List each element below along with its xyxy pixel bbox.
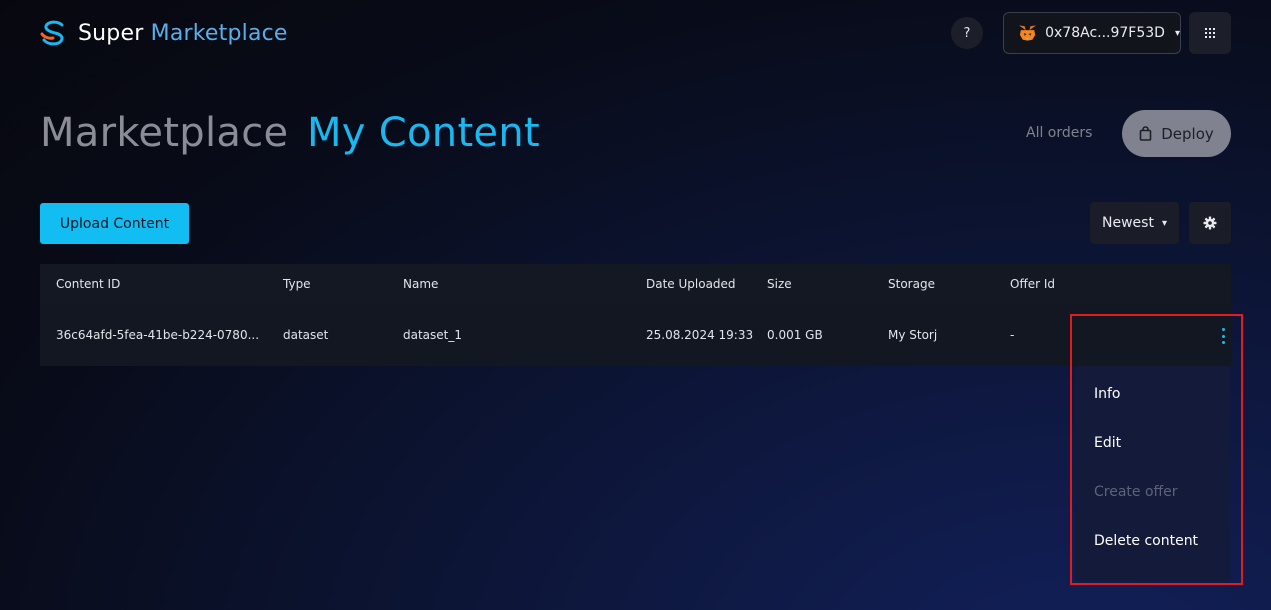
shopping-bag-icon: [1139, 126, 1152, 141]
logo-text: Super Marketplace: [78, 21, 288, 46]
column-header-name[interactable]: Name: [403, 277, 438, 291]
apps-menu-button[interactable]: [1189, 12, 1231, 54]
cell-name: dataset_1: [403, 328, 463, 342]
column-header-type[interactable]: Type: [283, 277, 311, 291]
chevron-down-icon: ▾: [1161, 217, 1167, 229]
sort-label: Newest: [1102, 215, 1154, 231]
cell-size: 0.001 GB: [767, 328, 823, 342]
deploy-label: Deploy: [1161, 124, 1214, 143]
cell-storage: My Storj: [888, 328, 938, 342]
gear-icon: [1203, 216, 1217, 230]
logo-word-super: Super: [78, 20, 144, 46]
grid-icon: [1205, 28, 1215, 38]
cell-content-id: 36c64afd-5fea-41be-b224-0780...: [56, 328, 260, 342]
column-header-offer-id[interactable]: Offer Id: [1010, 277, 1055, 291]
column-header-date-uploaded[interactable]: Date Uploaded: [646, 277, 736, 291]
app-logo[interactable]: Super Marketplace: [40, 20, 288, 46]
wallet-button[interactable]: 0x78Ac...97F53D ▾: [1003, 12, 1181, 54]
upload-content-button[interactable]: Upload Content: [40, 203, 189, 244]
table-row[interactable]: 36c64afd-5fea-41be-b224-0780... dataset …: [40, 305, 1231, 366]
all-orders-link[interactable]: All orders: [1026, 125, 1092, 141]
column-header-content-id[interactable]: Content ID: [56, 277, 120, 291]
wallet-address: 0x78Ac...97F53D: [1045, 25, 1165, 41]
metamask-fox-icon: [1018, 25, 1037, 41]
highlight-box: [1070, 314, 1243, 585]
column-header-storage[interactable]: Storage: [888, 277, 935, 291]
deploy-button[interactable]: Deploy: [1122, 110, 1231, 157]
logo-word-marketplace: Marketplace: [150, 20, 288, 46]
settings-button[interactable]: [1189, 202, 1231, 244]
help-label: ?: [963, 25, 971, 41]
cell-type: dataset: [283, 328, 329, 342]
help-button[interactable]: ?: [951, 17, 983, 49]
sort-dropdown[interactable]: Newest ▾: [1090, 202, 1179, 244]
chevron-down-icon: ▾: [1174, 27, 1180, 39]
tab-marketplace[interactable]: Marketplace: [40, 110, 288, 156]
cell-offer-id: -: [1010, 328, 1015, 342]
column-header-size[interactable]: Size: [767, 277, 792, 291]
logo-mark-icon: [40, 20, 64, 46]
table-header: Content ID Type Name Date Uploaded Size …: [40, 264, 1231, 305]
cell-date-uploaded: 25.08.2024 19:33: [646, 328, 754, 342]
tab-my-content[interactable]: My Content: [307, 110, 540, 156]
